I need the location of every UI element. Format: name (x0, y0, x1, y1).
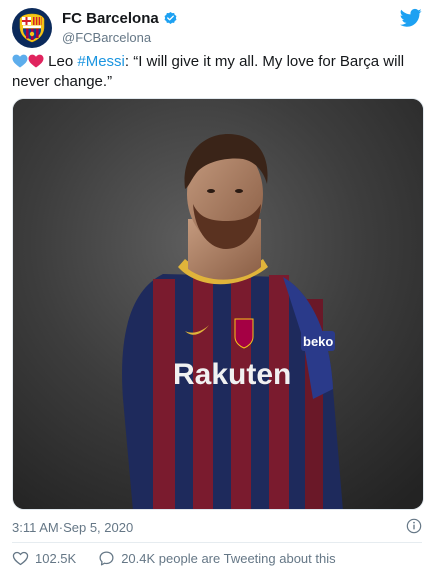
tweet-header: FC Barcelona @FCBarcelona (12, 8, 422, 54)
tweet-text-prefix: Leo (48, 53, 78, 70)
conversation-button[interactable]: 20.4K people are Tweeting about this (98, 550, 336, 567)
tweet-card: FC Barcelona @FCBarcelona Leo #Messi: “I… (0, 0, 434, 568)
divider (12, 542, 422, 543)
tweet-meta: 3:11 AM · Sep 5, 2020 (12, 518, 422, 536)
svg-text:Rakuten: Rakuten (173, 358, 291, 391)
speech-bubble-icon (99, 550, 114, 566)
avatar[interactable] (12, 8, 52, 48)
fc-barcelona-crest-icon (19, 13, 45, 43)
tweet-photo[interactable]: Rakuten beko (12, 98, 424, 510)
hashtag-link[interactable]: #Messi (77, 53, 125, 70)
photo-icon: Rakuten beko (13, 99, 423, 509)
tweet-time[interactable]: 3:11 AM (12, 520, 59, 535)
handle[interactable]: @FCBarcelona (62, 30, 151, 45)
twitter-bird-icon[interactable] (400, 8, 422, 28)
name-row[interactable]: FC Barcelona (62, 10, 178, 27)
red-heart-icon (28, 54, 44, 68)
verified-badge-icon (164, 11, 177, 24)
tweet-date[interactable]: Sep 5, 2020 (63, 520, 133, 535)
like-button[interactable]: 102.5K (12, 550, 76, 567)
blue-heart-icon (12, 54, 28, 68)
tweet-actions: 102.5K 20.4K people are Tweeting about t… (12, 548, 422, 568)
heart-outline-icon (12, 551, 29, 565)
tweet-text: Leo #Messi: “I will give it my all. My l… (12, 52, 422, 92)
like-count: 102.5K (35, 550, 77, 566)
conversation-count: 20.4K people are Tweeting about this (121, 550, 336, 566)
info-icon[interactable] (406, 518, 422, 534)
svg-text:beko: beko (303, 334, 333, 349)
display-name[interactable]: FC Barcelona (62, 10, 159, 27)
